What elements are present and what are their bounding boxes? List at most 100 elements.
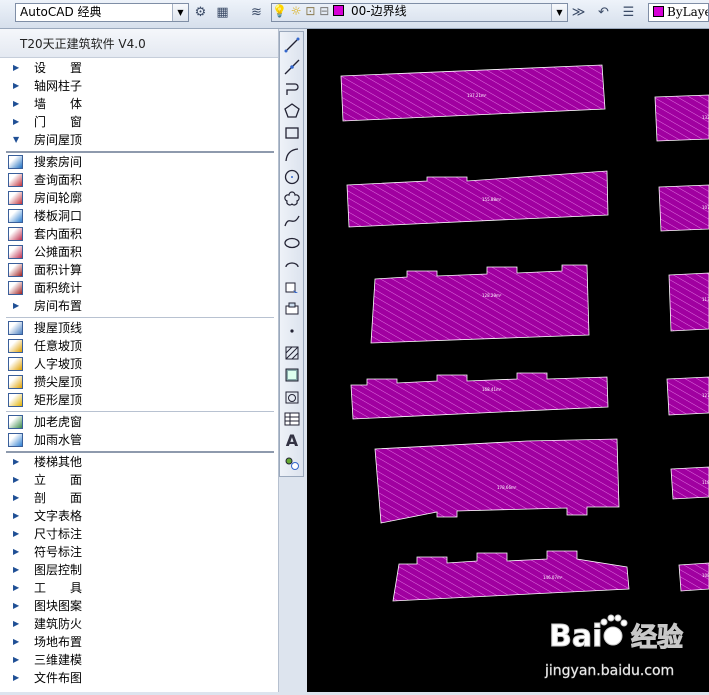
room-boundary[interactable] bbox=[392, 550, 630, 602]
menu-item[interactable]: 套内面积 bbox=[0, 225, 276, 243]
arc-icon[interactable] bbox=[283, 146, 301, 164]
room-boundary[interactable] bbox=[654, 94, 709, 142]
menu-item[interactable]: 搜屋顶线 bbox=[0, 319, 276, 337]
menu-item[interactable]: 任意坡顶 bbox=[0, 337, 276, 355]
spline-icon[interactable] bbox=[283, 212, 301, 230]
workspace-settings-icon[interactable]: ⚙ bbox=[192, 4, 209, 21]
menu-item-label: 楼板洞口 bbox=[34, 209, 83, 223]
room-boundary[interactable] bbox=[370, 264, 590, 344]
ellipse-icon[interactable] bbox=[283, 234, 301, 252]
table-icon[interactable] bbox=[283, 410, 301, 428]
menu-item[interactable]: ▶ 文字表格 bbox=[0, 507, 276, 525]
menu-item[interactable]: 矩形屋顶 bbox=[0, 391, 276, 409]
circle-icon[interactable] bbox=[283, 168, 301, 186]
tool-icon bbox=[8, 433, 23, 447]
menu-item[interactable]: 房间轮廓 bbox=[0, 189, 276, 207]
plot-icon[interactable]: ⊟ bbox=[319, 4, 329, 18]
menu-item[interactable]: ▶ 图层控制 bbox=[0, 561, 276, 579]
expand-arrow-icon: ▶ bbox=[13, 475, 20, 484]
menu-item-label: 图层控制 bbox=[34, 563, 83, 577]
workspace-dropdown[interactable]: AutoCAD 经典 ▼ bbox=[15, 3, 189, 22]
menu-item[interactable]: 面积统计 bbox=[0, 279, 276, 297]
menu-item[interactable]: 攒尖屋顶 bbox=[0, 373, 276, 391]
top-toolbar: AutoCAD 经典 ▼ ⚙ ▦ ≋ 💡 ☼ ⊡ ⊟ 00-边界线 ▼ ≫ ↶ … bbox=[0, 0, 709, 29]
menu-item[interactable]: ▶ 图块图案 bbox=[0, 597, 276, 615]
menu-item[interactable]: ▶ 建筑防火 bbox=[0, 615, 276, 633]
add-selected-icon[interactable] bbox=[283, 454, 301, 472]
multiline-text-icon[interactable]: A bbox=[283, 432, 301, 450]
menu-item[interactable]: ▶ 立 面 bbox=[0, 471, 276, 489]
layer-states-icon[interactable]: ☰ bbox=[620, 4, 637, 21]
polygon-icon[interactable] bbox=[283, 102, 301, 120]
menu-item[interactable]: ▶ 场地布置 bbox=[0, 633, 276, 651]
menu-item[interactable]: 人字坡顶 bbox=[0, 355, 276, 373]
expand-arrow-icon: ▶ bbox=[13, 619, 20, 628]
menu-item-label: 三维建模 bbox=[34, 653, 83, 667]
hatch-icon[interactable] bbox=[283, 344, 301, 362]
expand-arrow-icon: ▶ bbox=[13, 117, 20, 126]
tool-icon bbox=[8, 339, 23, 353]
layer-manager-icon[interactable]: ≋ bbox=[248, 4, 265, 21]
menu-item[interactable]: 搜索房间 bbox=[0, 153, 276, 171]
menu-item-label: 公摊面积 bbox=[34, 245, 83, 259]
menu-item[interactable]: ▶ 符号标注 bbox=[0, 543, 276, 561]
color-swatch bbox=[653, 6, 664, 17]
tool-icon bbox=[8, 245, 23, 259]
area-label: 127.74m² bbox=[702, 393, 709, 398]
room-boundary[interactable] bbox=[350, 372, 609, 420]
menu-item[interactable]: ▶ 剖 面 bbox=[0, 489, 276, 507]
make-block-icon[interactable] bbox=[283, 300, 301, 318]
menu-item[interactable]: 加雨水管 bbox=[0, 431, 276, 449]
sun-icon[interactable]: ☼ bbox=[291, 4, 302, 18]
insert-block-icon[interactable] bbox=[283, 278, 301, 296]
make-current-layer-icon[interactable]: ≫ bbox=[570, 4, 587, 21]
construction-line-icon[interactable] bbox=[283, 58, 301, 76]
menu-item[interactable]: ▶ 设 置 bbox=[0, 59, 276, 77]
color-dropdown[interactable]: ByLayer bbox=[648, 3, 709, 22]
menu-item[interactable]: 加老虎窗 bbox=[0, 413, 276, 431]
menu-item[interactable]: 楼板洞口 bbox=[0, 207, 276, 225]
menu-item-label: 楼梯其他 bbox=[34, 455, 83, 469]
ellipse-arc-icon[interactable] bbox=[283, 256, 301, 274]
customize-icon[interactable]: ▦ bbox=[214, 4, 231, 21]
room-boundary[interactable] bbox=[668, 272, 709, 332]
drawing-canvas[interactable]: 137.21m² 132.86m² 155.88m² 107.08m² 128.29m²… bbox=[307, 29, 709, 692]
menu-item-label: 文字表格 bbox=[34, 509, 83, 523]
menu-item[interactable]: 公摊面积 bbox=[0, 243, 276, 261]
point-icon[interactable] bbox=[283, 322, 301, 340]
layer-dropdown[interactable]: 💡 ☼ ⊡ ⊟ 00-边界线 bbox=[272, 3, 568, 22]
line-icon[interactable] bbox=[283, 36, 301, 54]
menu-item[interactable]: ▶ 文件布图 bbox=[0, 669, 276, 687]
menu-item[interactable]: ▶ 房间布置 bbox=[0, 297, 276, 315]
menu-item[interactable]: ▶ 三维建模 bbox=[0, 651, 276, 669]
gradient-icon[interactable] bbox=[283, 366, 301, 384]
panel-title-bar: T20天正建筑软件 V4.0 bbox=[0, 29, 278, 58]
layer-value: 00-边界线 bbox=[350, 4, 407, 18]
menu-item[interactable]: ▶ 尺寸标注 bbox=[0, 525, 276, 543]
menu-item-label: 符号标注 bbox=[34, 545, 83, 559]
region-icon[interactable] bbox=[283, 388, 301, 406]
menu-item[interactable]: ▶ 楼梯其他 bbox=[0, 453, 276, 471]
menu-item[interactable]: ▶ 工 具 bbox=[0, 579, 276, 597]
menu-item-label: 房间布置 bbox=[34, 299, 83, 313]
room-boundary[interactable] bbox=[346, 170, 609, 228]
lightbulb-icon[interactable]: 💡 bbox=[272, 4, 287, 18]
layer-previous-icon[interactable]: ↶ bbox=[595, 4, 612, 21]
menu-item[interactable]: ▶ 轴网柱子 bbox=[0, 77, 276, 95]
expand-arrow-icon: ▶ bbox=[13, 493, 20, 502]
rectangle-icon[interactable] bbox=[283, 124, 301, 142]
menu-item[interactable]: 面积计算 bbox=[0, 261, 276, 279]
menu-item[interactable]: ▶ 门 窗 bbox=[0, 113, 276, 131]
menu-item[interactable]: ▼ 房间屋顶 bbox=[0, 131, 276, 149]
polyline-icon[interactable] bbox=[283, 80, 301, 98]
revision-cloud-icon[interactable] bbox=[283, 190, 301, 208]
tool-icon bbox=[8, 173, 23, 187]
color-value: ByLayer bbox=[667, 5, 708, 19]
menu-item[interactable]: ▶ 墙 体 bbox=[0, 95, 276, 113]
tianzheng-menu-panel: T20天正建筑软件 V4.0 ▶ 设 置 ▶ 轴网柱子 ▶ 墙 体 ▶ 门 窗 ▼ 房间屋顶搜索房… bbox=[0, 29, 279, 692]
room-boundary[interactable] bbox=[374, 438, 620, 524]
menu-item[interactable]: 查询面积 bbox=[0, 171, 276, 189]
expand-arrow-icon: ▶ bbox=[13, 529, 20, 538]
lock-icon[interactable]: ⊡ bbox=[305, 4, 315, 18]
tool-icon bbox=[8, 281, 23, 295]
